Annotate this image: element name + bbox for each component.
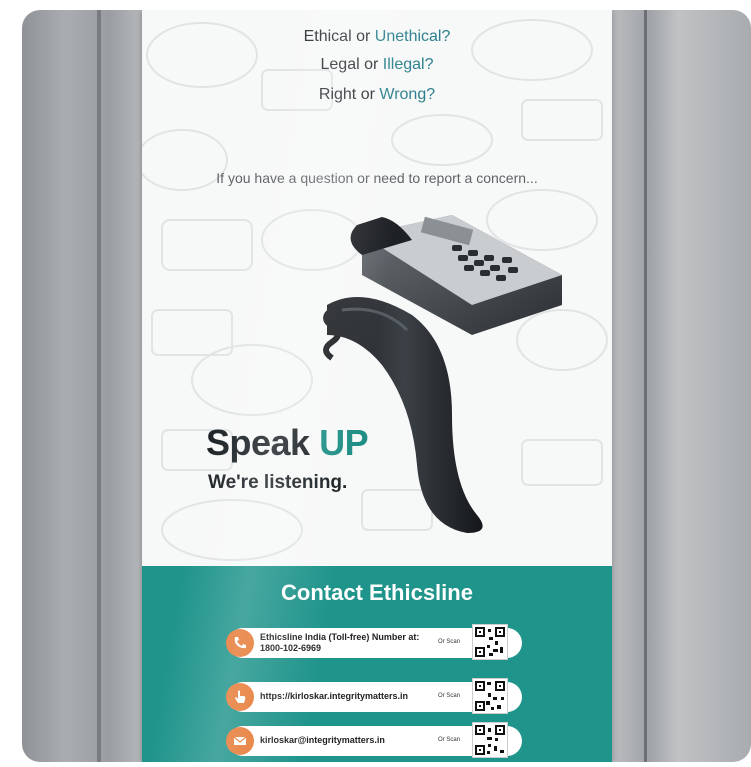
contact-web-row: https://kirloskar.integritymatters.in Or… — [226, 678, 522, 714]
contact-email-row: kirloskar@integritymatters.in Or Scan — [226, 722, 522, 758]
contact-number: 1800-102-6969 — [260, 643, 322, 653]
question-word: Right — [318, 86, 357, 103]
door-seam — [97, 10, 101, 762]
question-or: or — [356, 86, 380, 103]
qr-code — [472, 678, 508, 714]
telephone-illustration — [323, 215, 562, 533]
contact-line: Ethicsline India (Toll-free) Number at: — [260, 632, 420, 642]
contact-text: kirloskar@integritymatters.in — [260, 735, 385, 745]
qr-code — [472, 624, 508, 660]
question-word-accent: Wrong? — [379, 86, 436, 103]
report-prompt: If you have a question or need to report… — [216, 170, 538, 186]
or-scan-label: Or Scan — [438, 693, 461, 699]
question-or: or — [351, 28, 375, 45]
headline-accent: UP — [319, 422, 369, 463]
question-word-accent: Unethical? — [374, 28, 451, 45]
contact-phone-row: Ethicsline India (Toll-free) Number at: … — [226, 624, 522, 660]
contact-title: Contact Ethicsline — [281, 580, 473, 605]
or-scan-label: Or Scan — [438, 639, 461, 645]
speak-up-poster: Ethical or Unethical? Legal or Illegal? … — [142, 10, 612, 762]
question-word: Legal — [320, 56, 360, 73]
speak-up-headline: Speak UP — [206, 422, 369, 464]
question-line: Ethical or Unethical? — [142, 28, 612, 46]
contact-panel: Contact Ethicsline Ethicsline India (Tol… — [142, 566, 612, 762]
or-scan-label: Or Scan — [438, 737, 461, 743]
door-seam — [644, 10, 647, 762]
question-or: or — [359, 56, 383, 73]
envelope-icon — [226, 727, 254, 755]
headline-text: Speak — [206, 422, 320, 463]
question-word: Ethical — [303, 28, 352, 45]
question-word-accent: Illegal? — [382, 56, 434, 73]
phone-icon — [226, 629, 254, 657]
tagline: We're listening. — [208, 472, 348, 493]
question-line: Right or Wrong? — [142, 86, 612, 104]
contact-text: https://kirloskar.integritymatters.in — [260, 691, 409, 701]
hand-pointer-icon — [226, 683, 254, 711]
photo-frame: Ethical or Unethical? Legal or Illegal? … — [22, 10, 751, 762]
contact-text: Ethicsline India (Toll-free) Number at: … — [260, 632, 419, 654]
question-line: Legal or Illegal? — [142, 56, 612, 74]
qr-code — [472, 722, 508, 758]
